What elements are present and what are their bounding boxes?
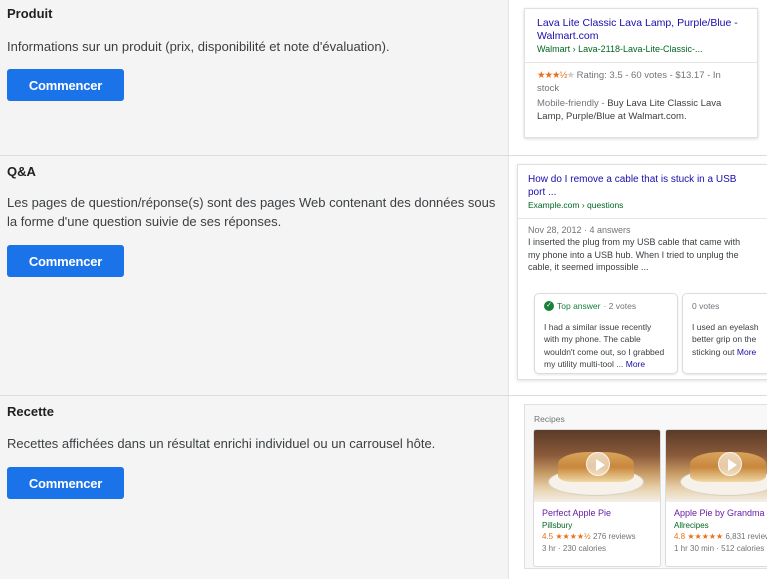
- answer-header: 0 votes: [692, 300, 762, 313]
- review-count: 276 reviews: [592, 532, 636, 541]
- preview-panel: Recipes Perfect Apple Pie Pillsbury 4.5 …: [508, 396, 767, 579]
- star-rating-icon: ★★★★★: [687, 532, 724, 541]
- recipe-title[interactable]: Perfect Apple Pie: [542, 508, 652, 520]
- recipe-rating: 4.8 ★★★★★ 6,831 reviews: [674, 531, 767, 543]
- more-link[interactable]: More: [626, 359, 645, 369]
- check-circle-icon: ✓: [544, 301, 554, 312]
- product-result-url: Walmart › Lava-2118-Lava-Lite-Classic-..…: [537, 44, 703, 54]
- answer-card-top[interactable]: ✓ Top answer · 2 votes I had a similar i…: [534, 293, 678, 374]
- star-rating-icon: ★★★½★: [537, 70, 575, 81]
- qa-preview-card: How do I remove a cable that is stuck in…: [517, 164, 767, 380]
- mobile-friendly-label: Mobile-friendly -: [537, 98, 608, 109]
- row-info: Q&A Les pages de question/réponse(s) son…: [0, 156, 508, 395]
- top-answer-label: Top answer: [557, 301, 601, 311]
- divider: [518, 218, 767, 219]
- product-preview-card: Lava Lite Classic Lava Lamp, Purple/Blue…: [524, 8, 758, 138]
- recipe-image: [534, 430, 660, 502]
- section-title: Recette: [7, 404, 54, 419]
- recipe-time: 1 hr 30 min · 512 calories: [674, 543, 765, 553]
- play-icon[interactable]: [586, 452, 610, 476]
- start-button-product[interactable]: Commencer: [7, 69, 124, 101]
- section-title: Produit: [7, 6, 53, 21]
- recipes-label: Recipes: [534, 414, 565, 424]
- answer-text-body: I had a similar issue recently with my p…: [544, 321, 665, 370]
- product-rating-line: ★★★½★ Rating: 3.5 - 60 votes - $13.17 - …: [537, 69, 745, 95]
- structured-data-row-qa: Q&A Les pages de question/réponse(s) son…: [0, 156, 767, 396]
- row-info: Produit Informations sur un produit (pri…: [0, 0, 508, 155]
- divider: [525, 62, 757, 63]
- preview-panel: Lava Lite Classic Lava Lamp, Purple/Blue…: [508, 0, 767, 155]
- recipe-source: Allrecipes: [674, 520, 709, 530]
- play-icon[interactable]: [718, 452, 742, 476]
- recipe-title[interactable]: Apple Pie by Grandma: [674, 508, 767, 520]
- recipe-carousel-item[interactable]: Apple Pie by Grandma Allrecipes 4.8 ★★★★…: [665, 429, 767, 567]
- answer-votes: 0 votes: [692, 301, 720, 311]
- recipe-time: 3 hr · 230 calories: [542, 543, 607, 553]
- answer-card-second[interactable]: 0 votes I used an eyelash better grip on…: [682, 293, 767, 374]
- star-rating-icon: ★★★★½: [555, 532, 591, 541]
- answer-header: ✓ Top answer · 2 votes: [544, 300, 668, 313]
- qa-result-url: Example.com › questions: [528, 200, 624, 210]
- start-button-recipe[interactable]: Commencer: [7, 467, 124, 499]
- product-result-title[interactable]: Lava Lite Classic Lava Lamp, Purple/Blue…: [537, 17, 745, 43]
- recipe-rating: 4.5 ★★★★½ 276 reviews: [542, 531, 652, 543]
- recipe-image: [666, 430, 767, 502]
- recipe-preview-card: Recipes Perfect Apple Pie Pillsbury 4.5 …: [524, 404, 767, 569]
- rating-value: 4.8: [674, 532, 686, 541]
- recipe-info: Apple Pie by Grandma Allrecipes 4.8 ★★★★…: [666, 502, 767, 560]
- section-description: Les pages de question/réponse(s) sont de…: [7, 195, 496, 229]
- structured-data-row-recipe: Recette Recettes affichées dans un résul…: [0, 396, 767, 579]
- answer-votes: · 2 votes: [603, 301, 637, 311]
- product-snippet: Mobile-friendly - Buy Lava Lite Classic …: [537, 97, 745, 123]
- recipe-carousel-item[interactable]: Perfect Apple Pie Pillsbury 4.5 ★★★★½ 27…: [533, 429, 661, 567]
- answer-text: I had a similar issue recently with my p…: [544, 321, 668, 371]
- row-info: Recette Recettes affichées dans un résul…: [0, 396, 508, 579]
- rating-value: 4.5: [542, 532, 554, 541]
- review-count: 6,831 reviews: [725, 532, 767, 541]
- recipe-source: Pillsbury: [542, 520, 573, 530]
- qa-result-title[interactable]: How do I remove a cable that is stuck in…: [528, 173, 743, 199]
- answer-text: I used an eyelash better grip on the sti…: [692, 321, 762, 359]
- qa-question-body: I inserted the plug from my USB cable th…: [528, 237, 741, 272]
- preview-panel: How do I remove a cable that is stuck in…: [508, 156, 767, 395]
- qa-meta: Nov 28, 2012 · 4 answers: [528, 225, 631, 235]
- structured-data-row-product: Produit Informations sur un produit (pri…: [0, 0, 767, 156]
- section-title: Q&A: [7, 164, 36, 179]
- more-link[interactable]: More: [737, 347, 756, 357]
- section-description: Informations sur un produit (prix, dispo…: [7, 39, 390, 54]
- section-description: Recettes affichées dans un résultat enri…: [7, 436, 436, 451]
- recipe-info: Perfect Apple Pie Pillsbury 4.5 ★★★★½ 27…: [534, 502, 660, 560]
- start-button-qa[interactable]: Commencer: [7, 245, 124, 277]
